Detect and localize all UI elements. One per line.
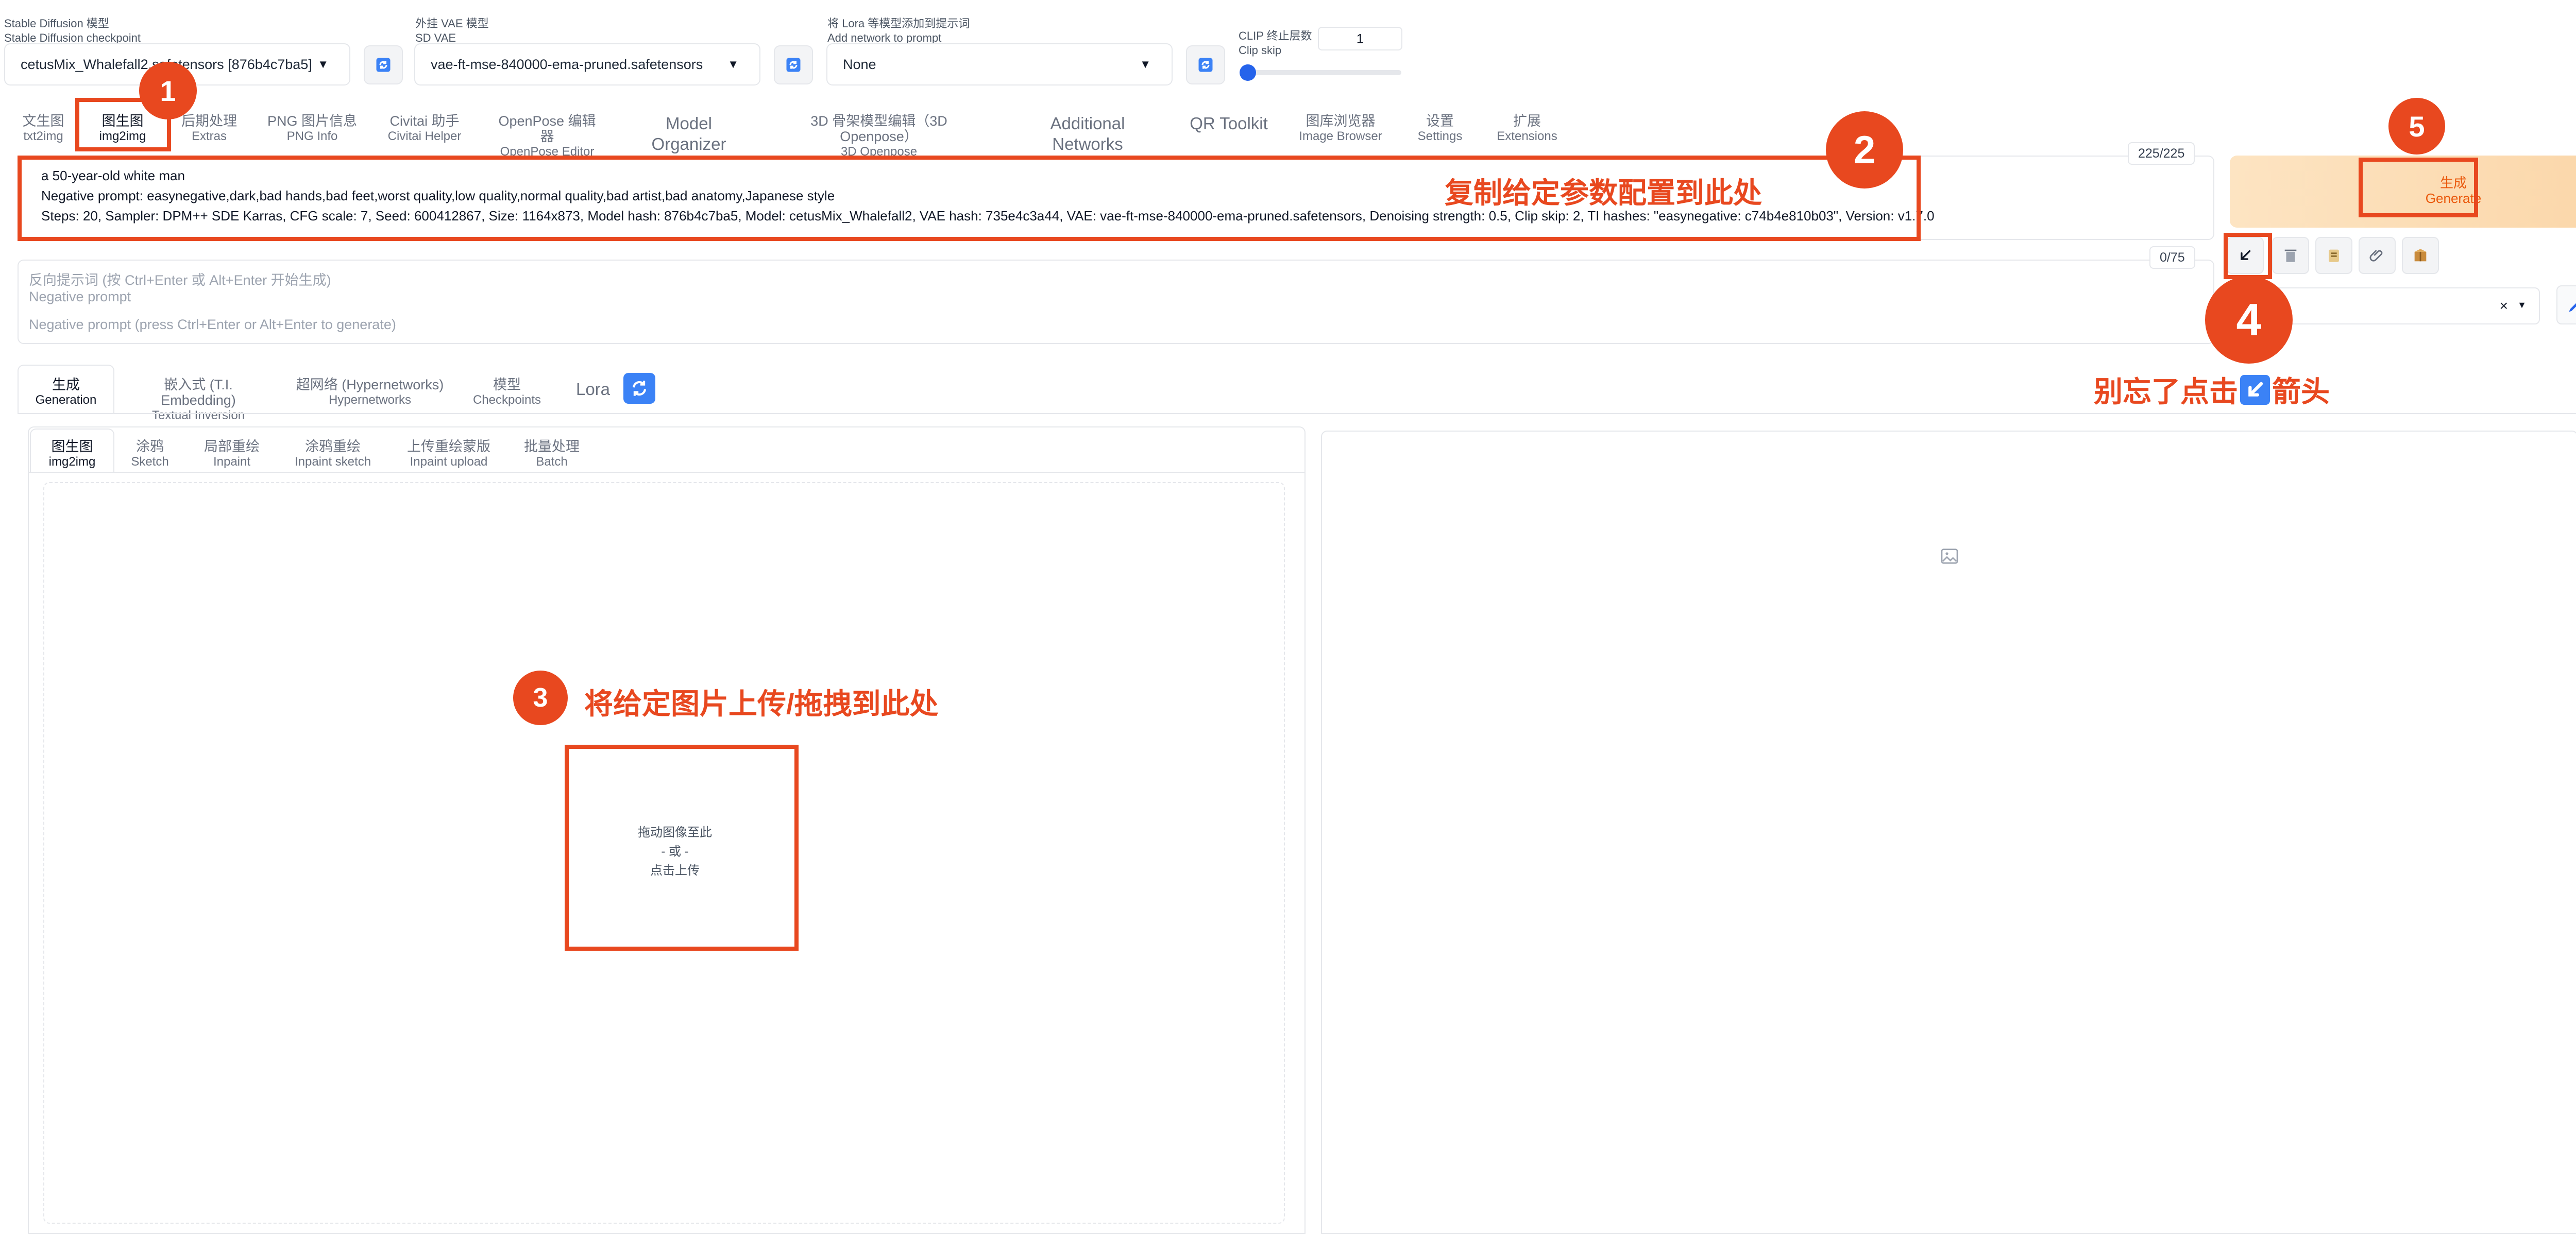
refresh-icon	[376, 58, 391, 72]
subtab-generation[interactable]: 生成 Generation	[30, 377, 102, 408]
styles-dropdown[interactable]: × ▼	[2267, 287, 2540, 324]
tab-qr-toolkit[interactable]: QR Toolkit	[1185, 113, 1273, 134]
img-tab-sketch[interactable]: 涂鸦 Sketch	[122, 439, 178, 470]
annotation-badge-3: 3	[513, 671, 568, 725]
subtab-divider	[18, 413, 2576, 414]
subtab-textual-inversion[interactable]: 嵌入式 (T.I. Embedding) Textual Inversion	[128, 377, 269, 423]
prompt-token-counter: 225/225	[2128, 142, 2195, 165]
annotation-box-read-params	[2224, 233, 2272, 279]
vae-value: vae-ft-mse-840000-ema-pruned.safetensors	[431, 56, 703, 72]
subtab-checkpoints[interactable]: 模型 Checkpoints	[467, 377, 547, 408]
annotation-text-4: 别忘了点击 箭头	[2094, 369, 2330, 410]
trash-icon	[2284, 249, 2297, 262]
negative-placeholder-cn: 反向提示词 (按 Ctrl+Enter 或 Alt+Enter 开始生成)	[29, 272, 331, 288]
arrow-down-left-icon	[2240, 374, 2270, 405]
refresh-sd-button[interactable]	[364, 45, 403, 84]
paste-button[interactable]	[2359, 237, 2396, 274]
chevron-down-icon: ▼	[727, 58, 739, 71]
img-tab-img2img[interactable]: 图生图 img2img	[38, 439, 106, 470]
lora-dropdown[interactable]: None ▼	[826, 43, 1173, 85]
negative-placeholder-en2: Negative prompt (press Ctrl+Enter or Alt…	[29, 317, 396, 332]
annotation-badge-4: 4	[2205, 276, 2293, 364]
tab-openpose-editor[interactable]: OpenPose 编辑器 OpenPose Editor	[494, 113, 601, 160]
img-tab-inpaint[interactable]: 局部重绘 Inpaint	[197, 439, 267, 470]
edit-styles-button[interactable]	[2556, 285, 2576, 324]
annotation-box-upload	[565, 745, 799, 951]
annotation-box-generate	[2359, 158, 2478, 217]
annotation-badge-5: 5	[2388, 98, 2445, 155]
tab-image-browser[interactable]: 图库浏览器 Image Browser	[1295, 113, 1386, 144]
negative-placeholder-en: Negative prompt	[29, 289, 131, 304]
vae-label: 外挂 VAE 模型 SD VAE	[415, 17, 489, 44]
negative-token-counter: 0/75	[2149, 246, 2195, 269]
refresh-icon	[1198, 58, 1213, 72]
clip-skip-label: CLIP 终止层数 Clip skip	[1239, 29, 1312, 57]
tab-extras[interactable]: 后期处理 Extras	[178, 113, 240, 144]
tab-settings[interactable]: 设置 Settings	[1412, 113, 1468, 144]
refresh-lora-button[interactable]	[1186, 45, 1225, 84]
negative-prompt-textarea[interactable]: 反向提示词 (按 Ctrl+Enter 或 Alt+Enter 开始生成) Ne…	[18, 260, 2214, 344]
tab-txt2img[interactable]: 文生图 txt2img	[20, 113, 67, 144]
annotation-text-3: 将给定图片上传/拖拽到此处	[584, 688, 939, 720]
refresh-icon	[786, 58, 801, 72]
annotation-badge-1: 1	[139, 62, 197, 119]
chevron-down-icon: ▼	[317, 58, 329, 71]
tab-civitai-helper[interactable]: Civitai 助手 Civitai Helper	[381, 113, 468, 144]
package-icon	[2414, 249, 2427, 262]
image-placeholder-icon	[1941, 549, 1958, 564]
clip-skip-input[interactable]: 1	[1318, 27, 1402, 50]
annotation-text-4-post: 箭头	[2272, 375, 2330, 408]
annotation-text-2: 复制给定参数配置到此处	[1445, 177, 1762, 209]
save-style-button[interactable]	[2402, 237, 2439, 274]
annotation-text-4-pre: 别忘了点击	[2094, 375, 2238, 408]
img-tab-divider	[29, 472, 1304, 473]
tab-model-organizer[interactable]: Model Organizer	[630, 113, 748, 155]
subtab-lora[interactable]: Lora	[570, 379, 616, 400]
subtab-hypernetworks[interactable]: 超网络 (Hypernetworks) Hypernetworks	[293, 377, 447, 408]
refresh-networks-button[interactable]	[623, 373, 655, 404]
apply-styles-button[interactable]	[2315, 237, 2352, 274]
lora-value: None	[843, 56, 876, 72]
vae-dropdown[interactable]: vae-ft-mse-840000-ema-pruned.safetensors…	[414, 43, 760, 85]
pencil-icon	[2569, 303, 2576, 312]
clipboard-icon	[2329, 249, 2339, 262]
tab-additional-networks[interactable]: Additional Networks	[1013, 113, 1162, 155]
clear-prompt-button[interactable]	[2272, 237, 2309, 274]
refresh-icon	[632, 381, 647, 396]
img-tab-inpaint-upload[interactable]: 上传重绘蒙版 Inpaint upload	[401, 439, 497, 470]
img-tab-inpaint-sketch[interactable]: 涂鸦重绘 Inpaint sketch	[286, 439, 379, 470]
chevron-down-icon: ▼	[1140, 58, 1151, 71]
refresh-vae-button[interactable]	[774, 45, 813, 84]
sd-model-label: Stable Diffusion 模型 Stable Diffusion chec…	[4, 17, 141, 44]
slider-handle[interactable]	[1240, 64, 1256, 81]
tab-3d-openpose[interactable]: 3D 骨架模型编辑（3D Openpose） 3D Openpose	[776, 113, 982, 160]
clip-skip-slider[interactable]	[1240, 64, 1401, 81]
img-tab-batch[interactable]: 批量处理 Batch	[518, 439, 585, 470]
paperclip-icon	[2369, 250, 2383, 262]
tab-png-info[interactable]: PNG 图片信息 PNG Info	[267, 113, 358, 144]
lora-label: 将 Lora 等模型添加到提示词 Add network to prompt	[827, 17, 970, 44]
tab-extensions[interactable]: 扩展 Extensions	[1495, 113, 1559, 144]
annotation-badge-2: 2	[1826, 111, 1903, 188]
chevron-down-icon: ▼	[2517, 300, 2527, 310]
output-gallery	[1321, 431, 2576, 1234]
clear-icon[interactable]: ×	[2500, 298, 2508, 314]
